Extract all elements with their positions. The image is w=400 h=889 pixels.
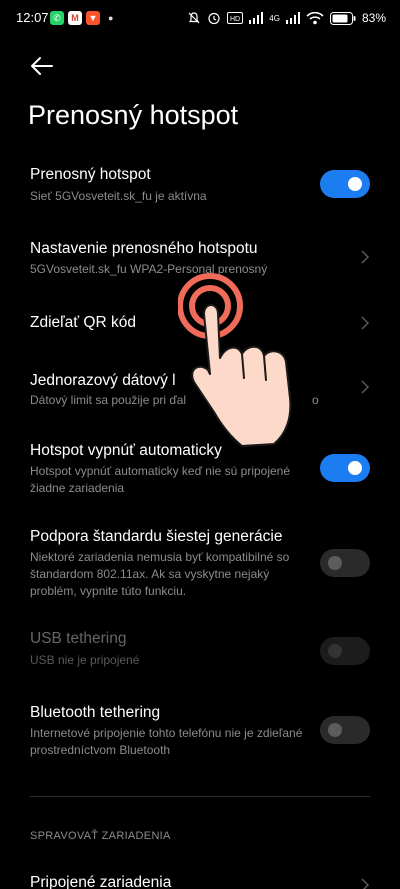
auto-off-toggle[interactable] (320, 454, 370, 482)
notification-dot-icon: ● (108, 13, 114, 23)
whatsapp-icon: ✆ (50, 11, 64, 25)
signal-icon (249, 12, 264, 24)
setting-subtitle: Niektoré zariadenia nemusia byť kompatib… (30, 550, 290, 598)
battery-icon (329, 11, 356, 25)
wifi-icon (306, 11, 324, 24)
chevron-right-icon (361, 878, 370, 889)
setting-usb-tethering: USB tethering USB nie je pripojené (0, 626, 400, 670)
setting-subtitle: Hotspot vypnúť automaticky keď nie sú pr… (30, 464, 291, 495)
section-header: SPRAVOVAŤ ZARIADENIA (30, 830, 171, 842)
back-arrow-icon[interactable] (28, 52, 56, 80)
setting-title: Podpora štandardu šiestej generácie (30, 528, 283, 545)
chevron-right-icon (361, 316, 370, 330)
setting-title: Jednorazový dátový l (30, 372, 176, 389)
page-title: Prenosný hotspot (28, 100, 239, 130)
section-divider (30, 796, 370, 797)
status-time: 12:07 (16, 10, 49, 25)
setting-bluetooth-tethering[interactable]: Bluetooth tethering Internetové pripojen… (0, 700, 400, 760)
gmail-icon: M (68, 11, 82, 25)
status-bar: 12:07 ✆ M ▼ ● HD 4G 83% (0, 0, 400, 36)
setting-title: Pripojené zariadenia (30, 874, 172, 889)
mute-icon (188, 12, 200, 24)
setting-title: Nastavenie prenosného hotspotu (30, 240, 258, 257)
brave-icon: ▼ (86, 11, 100, 25)
setting-subtitle: Sieť 5GVosveteit.sk_fu je aktívna (30, 189, 207, 203)
setting-title: Bluetooth tethering (30, 704, 161, 721)
setting-portable-hotspot[interactable]: Prenosný hotspot Sieť 5GVosveteit.sk_fu … (0, 162, 400, 218)
setting-title: USB tethering (30, 630, 127, 647)
setting-title: Prenosný hotspot (30, 166, 151, 183)
usb-tethering-toggle (320, 637, 370, 665)
setting-title: Zdieľať QR kód (30, 314, 136, 331)
alarm-icon (208, 12, 220, 25)
svg-text:HD: HD (230, 16, 240, 23)
volte-icon: HD (227, 12, 244, 24)
hotspot-toggle[interactable] (320, 170, 370, 198)
tap-hand-icon (178, 273, 292, 447)
signal-2-icon (285, 12, 300, 24)
chevron-right-icon (361, 250, 370, 264)
setting-connected-devices[interactable]: Pripojené zariadenia (0, 868, 400, 889)
setting-wifi6-support[interactable]: Podpora štandardu šiestej generácie Niek… (0, 524, 400, 604)
setting-subtitle: USB nie je pripojené (30, 653, 140, 667)
battery-percent: 83% (361, 11, 386, 25)
setting-subtitle-tail: o (312, 393, 319, 407)
chevron-right-icon (361, 380, 370, 394)
network-type-label: 4G (269, 13, 280, 23)
bluetooth-tethering-toggle[interactable] (320, 716, 370, 744)
wifi6-toggle[interactable] (320, 549, 370, 577)
status-icons: HD 4G 83% (187, 8, 386, 28)
setting-subtitle: Internetové pripojenie tohto telefónu ni… (30, 726, 303, 757)
